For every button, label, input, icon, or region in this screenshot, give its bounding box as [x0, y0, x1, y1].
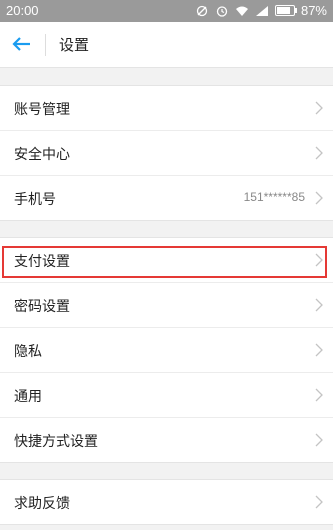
battery-icon — [274, 5, 297, 16]
settings-item-label: 账号管理 — [14, 102, 70, 118]
chevron-right-icon — [315, 146, 323, 160]
header-divider — [45, 34, 46, 56]
settings-item-label: 快捷方式设置 — [14, 434, 98, 450]
settings-item-security-center[interactable]: 安全中心 — [0, 131, 333, 176]
battery-percent: 87% — [300, 3, 327, 18]
settings-group-help: 求助反馈 — [0, 479, 333, 525]
page-title: 设置 — [59, 36, 90, 54]
chevron-right-icon — [315, 433, 323, 447]
app-header: 设置 — [0, 22, 333, 68]
status-icons: 87% — [195, 3, 327, 18]
settings-item-help-feedback[interactable]: 求助反馈 — [0, 480, 333, 524]
phone-number-value: 151******85 — [243, 190, 305, 204]
chevron-right-icon — [315, 298, 323, 312]
settings-item-general[interactable]: 通用 — [0, 373, 333, 418]
settings-group-account: 账号管理 安全中心 手机号 151******85 — [0, 85, 333, 221]
chevron-right-icon — [315, 495, 323, 509]
chevron-right-icon — [315, 191, 323, 205]
settings-item-shortcut-settings[interactable]: 快捷方式设置 — [0, 418, 333, 462]
settings-item-label: 隐私 — [14, 344, 42, 360]
back-button[interactable] — [8, 30, 38, 58]
settings-item-account-management[interactable]: 账号管理 — [0, 86, 333, 131]
settings-item-label: 手机号 — [14, 192, 56, 208]
settings-item-password-settings[interactable]: 密码设置 — [0, 283, 333, 328]
settings-item-label: 密码设置 — [14, 299, 70, 315]
chevron-right-icon — [315, 388, 323, 402]
chevron-right-icon — [315, 101, 323, 115]
settings-item-label: 求助反馈 — [14, 496, 70, 512]
highlight-box — [2, 246, 327, 278]
cellular-icon — [255, 5, 268, 16]
settings-item-label: 通用 — [14, 389, 42, 405]
settings-item-phone-number[interactable]: 手机号 151******85 — [0, 176, 333, 220]
wifi-icon — [235, 6, 248, 16]
chevron-right-icon — [315, 343, 323, 357]
status-time: 20:00 — [6, 3, 39, 18]
no-signal-icon — [196, 5, 208, 16]
status-bar: 20:00 87% — [0, 0, 333, 22]
settings-item-privacy[interactable]: 隐私 — [0, 328, 333, 373]
settings-item-label: 安全中心 — [14, 147, 70, 163]
alarm-icon — [216, 5, 228, 17]
back-arrow-icon — [12, 37, 30, 51]
